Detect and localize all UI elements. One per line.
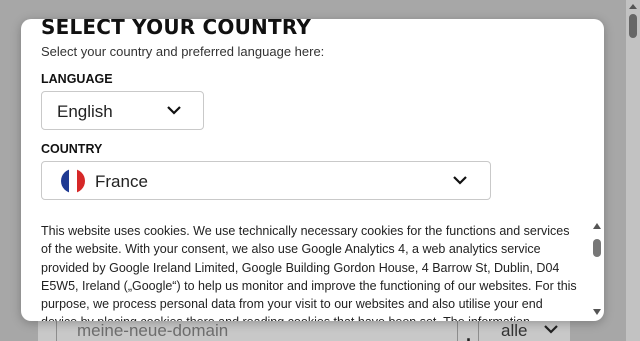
language-select[interactable]: English [41, 91, 204, 130]
domain-input-placeholder: meine-neue-domain [77, 321, 229, 340]
domain-separator: . [466, 325, 472, 341]
scroll-up-arrow-icon[interactable] [629, 4, 637, 9]
language-select-value: English [57, 102, 113, 121]
cookie-notice-text: This website uses cookies. We use techni… [41, 224, 577, 321]
page-scroll-thumb[interactable] [629, 14, 637, 38]
flag-stripe-white [69, 169, 77, 193]
country-label: COUNTRY [41, 142, 103, 156]
scroll-up-arrow-icon[interactable] [593, 223, 601, 229]
flag-stripe-red [77, 169, 85, 193]
language-label: LANGUAGE [41, 72, 113, 86]
modal-subtitle: Select your country and preferred langua… [41, 44, 325, 59]
cookie-notice-scrollbar[interactable] [593, 223, 601, 315]
tld-select-value: alle [501, 321, 528, 340]
chevron-down-icon [167, 106, 181, 115]
modal-title: SELECT YOUR COUNTRY [41, 19, 312, 39]
flag-france-icon [61, 169, 85, 193]
country-select-value: France [95, 172, 148, 191]
scroll-down-arrow-icon[interactable] [593, 309, 601, 315]
flag-stripe-blue [61, 169, 69, 193]
chevron-down-icon [453, 176, 467, 185]
country-select-modal: SELECT YOUR COUNTRY Select your country … [21, 19, 604, 321]
page-scrollbar[interactable] [626, 0, 640, 341]
chevron-down-icon [544, 325, 558, 334]
cookie-scroll-thumb[interactable] [593, 239, 601, 257]
country-select[interactable]: France [41, 161, 491, 200]
